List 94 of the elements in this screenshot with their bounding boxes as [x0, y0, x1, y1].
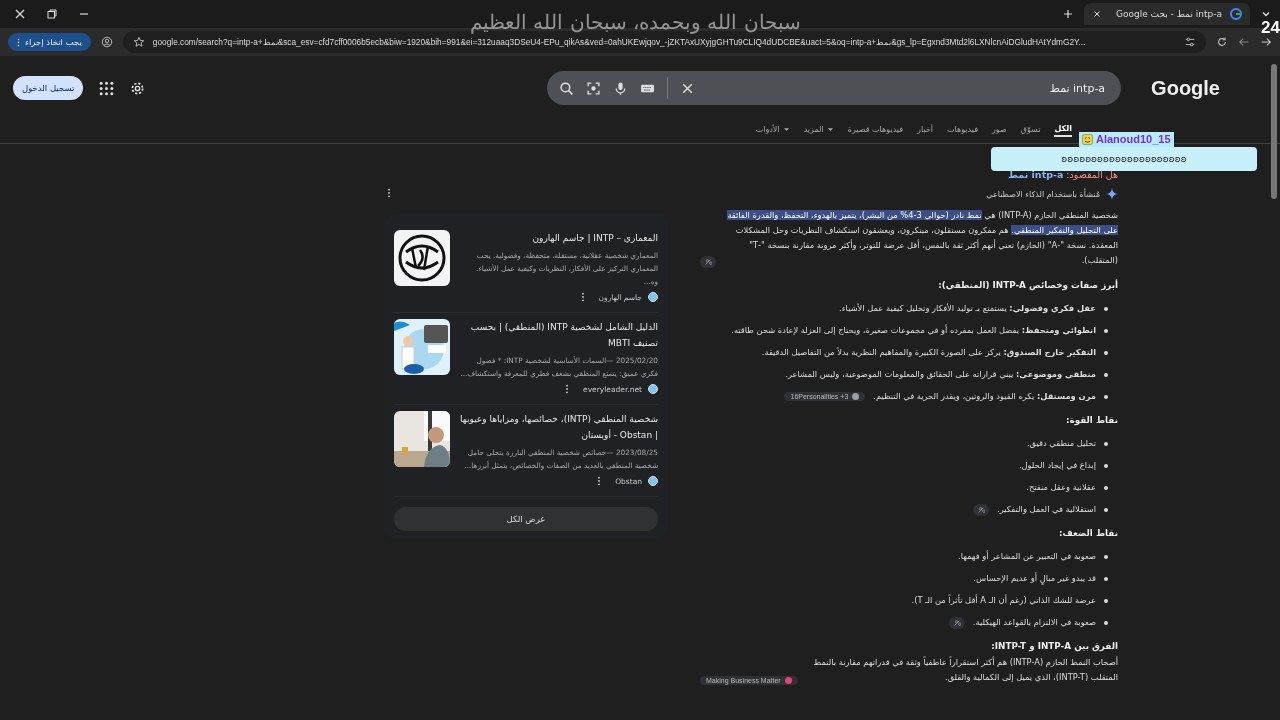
search-tab[interactable]: الكل	[1054, 124, 1072, 137]
list-item-text: صعوبة في التعبير عن المشاعر أو فهمها.	[958, 550, 1096, 563]
back-icon[interactable]	[1260, 36, 1272, 48]
search-field[interactable]: intp-a نمط	[695, 80, 1108, 96]
search-tab[interactable]: الأدوات	[755, 124, 790, 137]
list-item-text: صعوبة في الالتزام بالقواعد الهيكلية.	[972, 616, 1096, 629]
result-title-link[interactable]: الدليل الشامل لشخصية INTP (المنطقي) | بحسب تصنيف MBTI	[460, 319, 658, 351]
link-chip[interactable]	[973, 503, 990, 516]
link-chip[interactable]	[948, 616, 965, 629]
search-tab[interactable]: المزيد	[803, 124, 834, 137]
close-tab-icon[interactable]	[1092, 9, 1102, 19]
chat-username: Alanoud10_15	[1096, 133, 1171, 146]
list-item-text: عرضة للشك الذاتي (رغم أن الـ A أقل تأثراً من الـ T).	[911, 594, 1096, 607]
bullet-icon	[1104, 576, 1108, 581]
new-tab-icon[interactable]	[1062, 8, 1074, 20]
bullet-icon	[1104, 306, 1108, 311]
bullet-icon	[1104, 328, 1108, 333]
section-heading: نقاط القوة:	[1065, 415, 1118, 425]
search-icon[interactable]	[559, 80, 575, 96]
link-icon	[977, 505, 986, 514]
more-options-icon[interactable]	[387, 188, 391, 198]
profile-icon[interactable]	[100, 36, 113, 48]
show-all-button[interactable]: عرض الكل	[394, 507, 658, 531]
result-title-link[interactable]: المعماري – INTP | جاسم الهارون	[460, 230, 658, 246]
section-heading: الفرق بين INTP-A و INTP-T:	[990, 641, 1118, 651]
site-settings-icon[interactable]	[1184, 36, 1196, 48]
settings-icon[interactable]	[130, 80, 146, 96]
bullet-icon	[1104, 372, 1108, 377]
section-heading: أبرز صفات وخصائص INTP-A (المنطقي):	[937, 280, 1118, 290]
search-tab[interactable]: فيديوهات قصيرة	[847, 124, 904, 137]
bullet-icon	[1104, 350, 1108, 355]
chat-message-bubble: ʚʚʚʚʚʚʚʚʚʚʚʚʚʚʚʚʚʚʚʚʚ	[991, 147, 1257, 171]
browser-tab[interactable]: intp-a نمط - بحث Google	[1084, 3, 1250, 25]
bullet-icon	[1104, 620, 1108, 625]
bullet-icon	[1104, 394, 1108, 399]
reload-icon[interactable]	[1216, 36, 1228, 48]
source-favicon-icon	[852, 393, 860, 400]
list-item-text: مرن ومستقل: يكره القيود والروتين، ويقدر الحرية في التنظيم.	[873, 390, 1096, 403]
bullet-icon	[1104, 463, 1108, 468]
search-tab[interactable]: أخبار	[917, 124, 933, 137]
list-item-text: قد يبدو غير مبالٍ أو عديم الإحساس.	[973, 572, 1096, 585]
action-required-button[interactable]: يجب اتخاذ إجراء	[8, 33, 91, 51]
site-favicon-icon	[648, 476, 658, 486]
bullet-icon	[1104, 507, 1108, 512]
search-tab[interactable]: صور	[991, 124, 1007, 137]
paragraph-text: أصحاب النمط الحازم (INTP-A) هم أكثر استقراراً عاطفياً وثقة في قدراتهم مقارنة بالنمط المتقلب (INTP-T)، الذي يميل إلى الكمالية والقلق.	[812, 655, 1118, 684]
bullet-icon	[1104, 485, 1108, 490]
camera-lens-icon[interactable]	[586, 80, 602, 96]
google-logo[interactable]: Google	[1151, 76, 1220, 100]
list-item-text: استقلالية في العمل والتفكير.	[997, 503, 1096, 516]
list-item-text: إبداع في إيجاد الحلول.	[1018, 459, 1096, 472]
site-favicon-icon	[648, 292, 658, 302]
list-item-text: تحليل منطقي دقيق.	[1026, 437, 1096, 450]
link-icon	[704, 258, 712, 266]
sign-in-button[interactable]: تسجيل الدخول	[13, 76, 84, 100]
apps-grid-icon[interactable]	[99, 80, 115, 96]
caption-overlay: سبحان الله وبحمده، سبحان الله العظيم	[470, 10, 801, 34]
more-options-icon[interactable]	[565, 384, 570, 394]
link-icon	[952, 618, 961, 627]
list-item-text: عقلانية وعقل منفتح.	[1026, 481, 1096, 494]
section-heading: نقاط الضعف:	[1057, 528, 1118, 538]
dropdown-caret-icon	[782, 126, 790, 133]
list-item-text: منطقي وموضوعي: يبني قراراته على الحقائق والمعلومات الموضوعية، وليس المشاعر.	[785, 368, 1096, 381]
more-options-icon[interactable]	[580, 292, 585, 302]
bookmark-star-icon[interactable]	[132, 36, 145, 48]
ai-summary-paragraph: شخصية المنطقي الحازم (INTP-A) هي نمط نادر (حوالي 3-4% من البشر)، يتميز بالهدوء، التحفظ، والقدرة الفائقة على التحليل والتفكير المنطقي. هم مفكرون مستقلون، مبتكرون، ويعشقون استكشاف النظريات وحل المشكلات المعقدة. نسخة "-A" (الحازم) تعني أنهم أكثر ثقة بالنفس، أقل عرضة للتوتر، وأكثر مرونة مقارنة بنسخة "-T" (المتقلب).	[726, 209, 1118, 267]
ai-generated-label: مُنشأة باستخدام الذكاء الاصطناعي	[986, 189, 1100, 199]
source-favicon-icon	[784, 677, 792, 684]
google-favicon-icon	[1230, 8, 1242, 20]
emoji-icon	[1082, 134, 1093, 145]
search-box[interactable]: intp-a نمط	[547, 71, 1122, 105]
close-icon[interactable]	[14, 8, 26, 20]
bullet-icon	[1104, 554, 1108, 559]
link-chip[interactable]	[700, 256, 716, 268]
search-tab[interactable]: تسوّق	[1020, 124, 1041, 137]
sparkle-icon	[1106, 188, 1118, 200]
list-item-text: عقل فكري وفضولي: يستمتع بـ توليد الأفكار وتحليل كيفية عمل الأشياء.	[839, 302, 1096, 315]
restore-icon[interactable]	[46, 8, 58, 20]
did-you-mean-label: هل المقصود:	[1066, 169, 1118, 180]
corner-text: 24	[1261, 18, 1280, 38]
list-item-text: انطوائي ومتحفظ: يفضل العمل بمفرده أو في مجموعات صغيرة، ويحتاج إلى العزلة لإعادة شحن طاقته.	[731, 324, 1096, 337]
list-item-text: التفكير خارج الصندوق: يركز على الصورة الكبيرة والمفاهيم النظرية بدلاً من التفاصيل الدقيقة.	[761, 346, 1096, 359]
scrollbar-thumb[interactable]	[1271, 64, 1277, 199]
suggestion-link[interactable]: intp-a نمط	[1008, 169, 1064, 180]
dropdown-caret-icon	[826, 126, 834, 133]
tab-title: intp-a نمط - بحث Google	[1114, 9, 1222, 19]
site-favicon-icon	[648, 384, 658, 394]
bullet-icon	[1104, 598, 1108, 603]
bullet-icon	[1104, 441, 1108, 446]
search-tab[interactable]: فيديوهات	[946, 124, 978, 137]
more-options-icon[interactable]	[597, 476, 602, 486]
result-title-link[interactable]: شخصية المنطقي (INTP)، خصائصها، ومزاياها وعيوبها | Obstan - أوبستان	[460, 411, 658, 443]
forward-icon[interactable]	[1238, 36, 1250, 48]
url-text: google.com/search?q=intp-a+نمط&sca_esv=cfd7cff0006b5ecb&biw=1920&bih=991&ei=312uaaq3DSeU4-EPu_qikAs&ved=0ahUKEwjqov_-jZKTAxUXyjgGHTu9CLIQ4dUDCBE&uact=5&oq=intp-a+نمط&gs_lp=Egxnd3Mtd2l6LXNlcnAiDGludHAtYdmG2Y...	[152, 37, 1087, 47]
